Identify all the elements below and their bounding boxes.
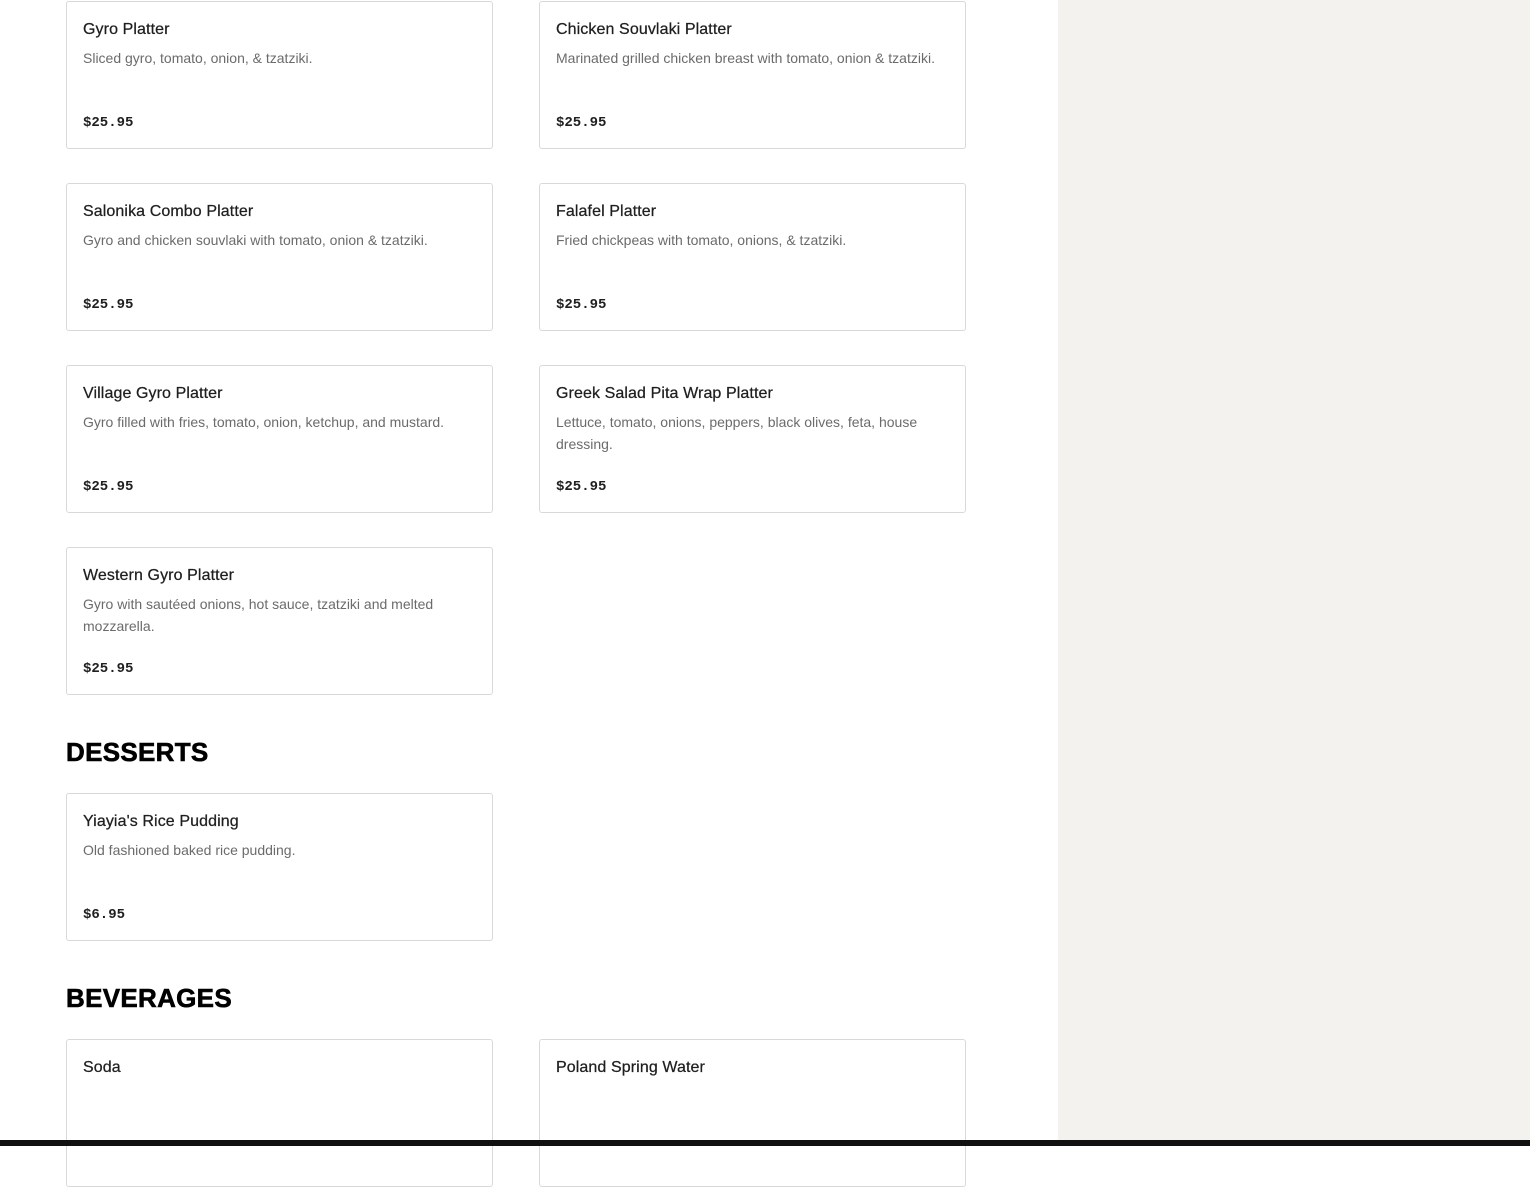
section-title-desserts: DESSERTS: [66, 737, 209, 768]
menu-item-price: $6.95: [83, 907, 126, 923]
menu-item-price: $25.95: [83, 115, 134, 131]
menu-item-name: Soda: [83, 1059, 121, 1076]
menu-item-description: Marinated grilled chicken breast with to…: [556, 50, 935, 66]
menu-item-card-yiayias-rice-pudding[interactable]: Yiayia's Rice Pudding Old fashioned bake…: [66, 793, 493, 941]
menu-item-description: Old fashioned baked rice pudding.: [83, 842, 296, 858]
menu-item-price: $25.95: [83, 297, 134, 313]
menu-item-name: Poland Spring Water: [556, 1059, 705, 1076]
menu-item-card-falafel-platter[interactable]: Falafel Platter Fried chickpeas with tom…: [539, 183, 966, 331]
bottom-bar: [0, 1140, 1530, 1146]
menu-item-card-greek-salad-pita-wrap-platter[interactable]: Greek Salad Pita Wrap Platter Lettuce, t…: [539, 365, 966, 513]
menu-item-description: Gyro and chicken souvlaki with tomato, o…: [83, 232, 428, 248]
menu-item-price: $25.95: [556, 115, 607, 131]
menu-item-description: Gyro with sautéed onions, hot sauce, tza…: [83, 596, 434, 634]
menu-item-name: Falafel Platter: [556, 203, 657, 220]
section-title-beverages: BEVERAGES: [66, 983, 232, 1014]
menu-item-name: Greek Salad Pita Wrap Platter: [556, 385, 773, 402]
menu-item-price: $25.95: [556, 297, 607, 313]
menu-item-card-chicken-souvlaki-platter[interactable]: Chicken Souvlaki Platter Marinated grill…: [539, 1, 966, 149]
menu-item-card-village-gyro-platter[interactable]: Village Gyro Platter Gyro filled with fr…: [66, 365, 493, 513]
menu-item-name: Yiayia's Rice Pudding: [83, 813, 239, 830]
menu-item-name: Village Gyro Platter: [83, 385, 223, 402]
menu-item-card-salonika-combo-platter[interactable]: Salonika Combo Platter Gyro and chicken …: [66, 183, 493, 331]
order-sidebar: [1058, 0, 1530, 1146]
menu-item-price: $25.95: [83, 661, 134, 677]
menu-item-name: Western Gyro Platter: [83, 567, 235, 584]
menu-item-card-gyro-platter[interactable]: Gyro Platter Sliced gyro, tomato, onion,…: [66, 1, 493, 149]
menu-item-name: Gyro Platter: [83, 21, 170, 38]
menu-item-name: Chicken Souvlaki Platter: [556, 21, 732, 38]
menu-item-card-soda[interactable]: Soda: [66, 1039, 493, 1187]
menu-item-description: Gyro filled with fries, tomato, onion, k…: [83, 414, 445, 430]
menu-item-card-poland-spring-water[interactable]: Poland Spring Water: [539, 1039, 966, 1187]
menu-item-description: Sliced gyro, tomato, onion, & tzatziki.: [83, 50, 313, 66]
menu-item-description: Fried chickpeas with tomato, onions, & t…: [556, 232, 847, 248]
menu-content: Gyro Platter Sliced gyro, tomato, onion,…: [0, 0, 1058, 1187]
menu-item-card-western-gyro-platter[interactable]: Western Gyro Platter Gyro with sautéed o…: [66, 547, 493, 695]
menu-item-name: Salonika Combo Platter: [83, 203, 254, 220]
menu-item-price: $25.95: [83, 479, 134, 495]
menu-item-price: $25.95: [556, 479, 607, 495]
menu-item-description: Lettuce, tomato, onions, peppers, black …: [556, 414, 918, 452]
